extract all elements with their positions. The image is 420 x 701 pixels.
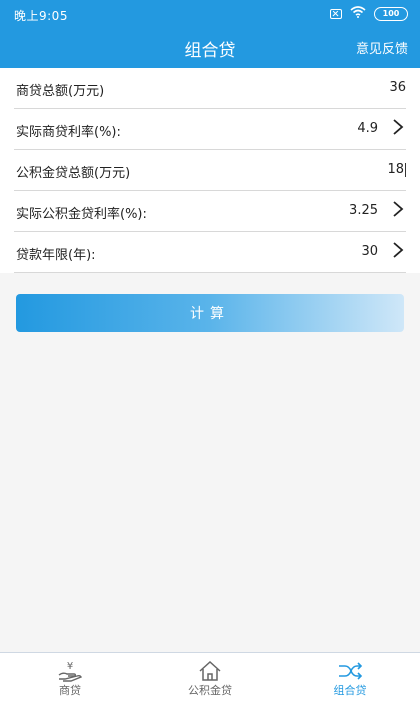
- fund-amount-value: 18: [387, 162, 404, 177]
- tab-housing-fund-loan[interactable]: 公积金贷: [140, 653, 280, 701]
- battery-icon: 100: [374, 6, 408, 21]
- tab-commercial-loan[interactable]: ¥ 商贷: [0, 653, 140, 701]
- nav-bar: 组合贷 意见反馈: [0, 28, 420, 68]
- yen-hand-icon: ¥: [0, 659, 140, 683]
- loan-years-label: 贷款年限(年):: [16, 248, 96, 263]
- tab-label: 公积金贷: [188, 684, 232, 697]
- fund-rate-label: 实际公积金贷利率(%):: [16, 207, 147, 222]
- chevron-right-icon[interactable]: [392, 200, 404, 223]
- status-bar: 晚上9:05 100: [0, 0, 420, 28]
- tab-combined-loan[interactable]: 组合贷: [280, 653, 420, 701]
- house-icon: [140, 659, 280, 683]
- tab-label: 商贷: [59, 684, 81, 697]
- fund-amount-label: 公积金贷总额(万元): [16, 166, 131, 181]
- fund-rate-value: 3.25: [349, 203, 378, 218]
- status-time: 晚上9:05: [14, 9, 68, 23]
- feedback-link[interactable]: 意见反馈: [356, 38, 408, 57]
- commercial-rate-value: 4.9: [357, 121, 378, 136]
- text-cursor: [405, 162, 406, 177]
- loan-years-value: 30: [361, 244, 378, 259]
- notification-icon: [330, 8, 342, 19]
- chevron-right-icon[interactable]: [392, 118, 404, 141]
- loan-years-row[interactable]: 贷款年限(年): 30: [14, 232, 406, 273]
- chevron-right-icon[interactable]: [392, 241, 404, 264]
- status-icons: 100: [330, 6, 408, 21]
- fund-amount-input[interactable]: 18: [387, 162, 406, 177]
- tab-label: 组合贷: [333, 684, 367, 697]
- fund-amount-row[interactable]: 公积金贷总额(万元) 18: [14, 150, 406, 191]
- fund-rate-row[interactable]: 实际公积金贷利率(%): 3.25: [14, 191, 406, 232]
- bottom-tab-bar: ¥ 商贷 公积金贷 组合贷: [0, 652, 420, 701]
- commercial-rate-row[interactable]: 实际商贷利率(%): 4.9: [14, 109, 406, 150]
- wifi-icon: [350, 6, 366, 21]
- commercial-rate-label: 实际商贷利率(%):: [16, 125, 121, 140]
- loan-form: 商贷总额(万元) 36 实际商贷利率(%): 4.9 公积金贷总额(万元) 18…: [0, 68, 420, 273]
- commercial-amount-label: 商贷总额(万元): [16, 84, 105, 99]
- app-header: 晚上9:05 100 组合贷 意见反馈: [0, 0, 420, 68]
- commercial-amount-row[interactable]: 商贷总额(万元) 36: [14, 68, 406, 109]
- commercial-amount-input[interactable]: 36: [389, 80, 406, 95]
- calculate-button[interactable]: 计算: [16, 294, 404, 332]
- svg-text:¥: ¥: [67, 661, 73, 672]
- shuffle-icon: [280, 659, 420, 683]
